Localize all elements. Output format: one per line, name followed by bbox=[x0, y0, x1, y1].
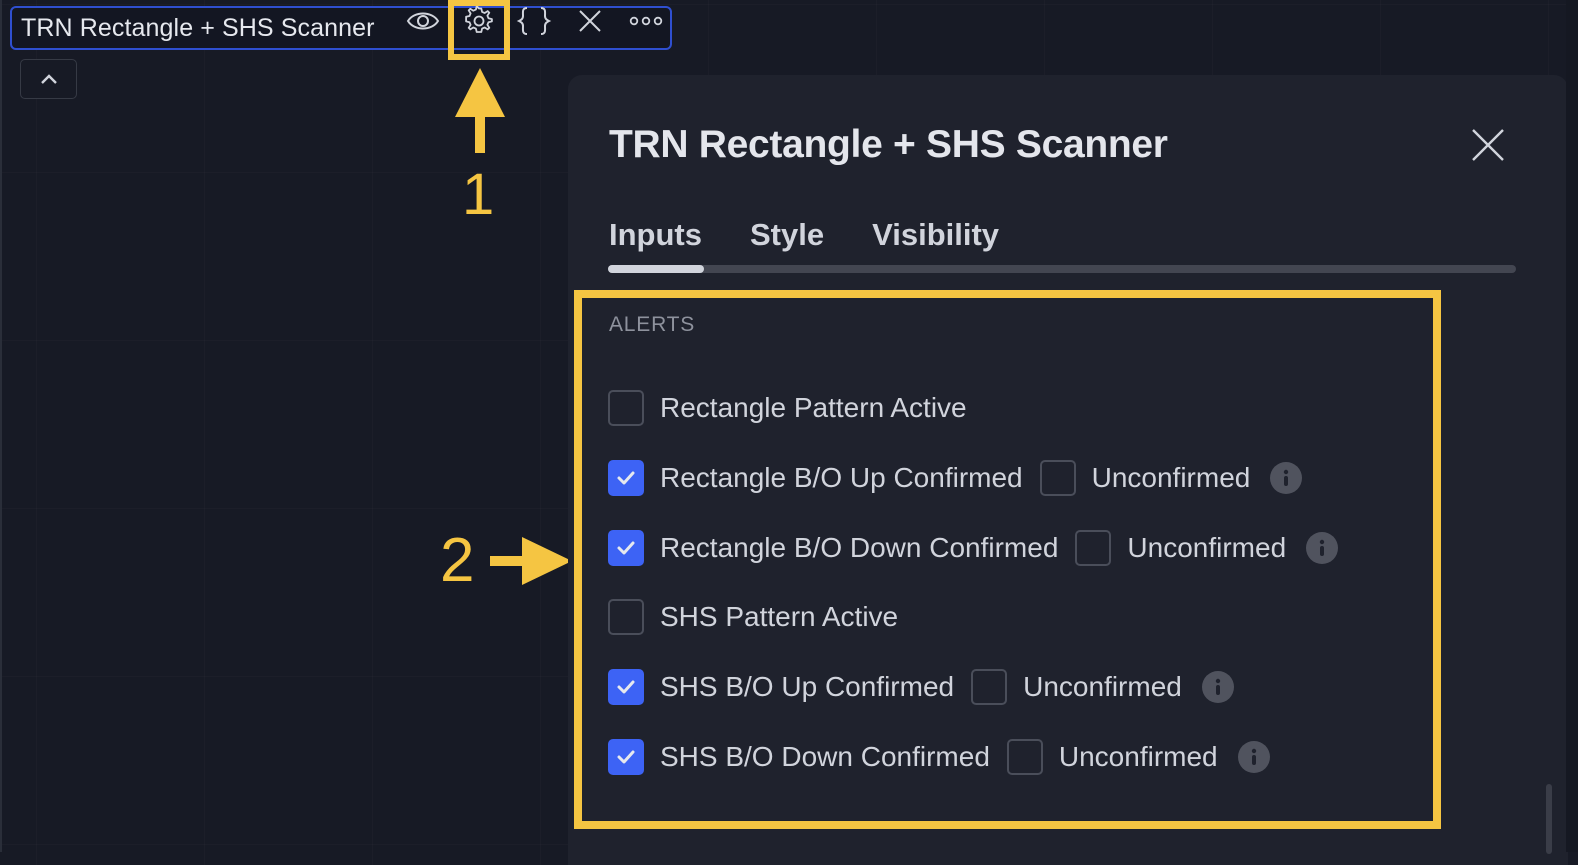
unconfirmed-label[interactable]: Unconfirmed bbox=[1127, 532, 1286, 564]
unconfirmed-checkbox[interactable] bbox=[1075, 530, 1112, 566]
alert-label[interactable]: SHS B/O Up Confirmed bbox=[660, 671, 954, 703]
unconfirmed-checkbox[interactable] bbox=[1039, 460, 1076, 496]
collapse-legend-button[interactable] bbox=[20, 59, 77, 99]
braces-icon[interactable] bbox=[516, 6, 552, 36]
tab-visibility[interactable]: Visibility bbox=[872, 217, 999, 253]
alert-row: Rectangle B/O Up Confirmed Unconfirmed bbox=[608, 460, 1303, 496]
alert-row: SHS B/O Up Confirmed Unconfirmed bbox=[608, 669, 1234, 705]
alert-checkbox[interactable] bbox=[608, 669, 644, 705]
eye-icon[interactable] bbox=[405, 6, 441, 36]
chevron-up-icon bbox=[40, 74, 57, 84]
dialog-title: TRN Rectangle + SHS Scanner bbox=[609, 123, 1168, 166]
alert-checkbox[interactable] bbox=[608, 530, 644, 566]
alert-label[interactable]: SHS Pattern Active bbox=[660, 601, 898, 633]
unconfirmed-label[interactable]: Unconfirmed bbox=[1092, 462, 1251, 494]
active-tab-indicator bbox=[608, 265, 704, 273]
dialog-scrollbar[interactable] bbox=[1546, 784, 1552, 854]
annotation-number-1: 1 bbox=[462, 162, 495, 227]
annotation-number-2: 2 bbox=[440, 526, 475, 595]
alert-label[interactable]: Rectangle B/O Down Confirmed bbox=[660, 532, 1058, 564]
alert-label[interactable]: Rectangle B/O Up Confirmed bbox=[660, 462, 1023, 494]
alert-checkbox[interactable] bbox=[608, 739, 644, 775]
close-icon[interactable] bbox=[572, 6, 608, 36]
alert-label[interactable]: SHS B/O Down Confirmed bbox=[660, 741, 990, 773]
info-icon[interactable] bbox=[1237, 741, 1270, 773]
chart-left-edge bbox=[0, 0, 2, 852]
alert-row: Rectangle B/O Down Confirmed Unconfirmed bbox=[608, 530, 1339, 566]
gear-highlight-box bbox=[448, 0, 510, 60]
info-icon[interactable] bbox=[1270, 462, 1303, 494]
section-label-alerts: ALERTS bbox=[609, 313, 696, 336]
alert-row: SHS Pattern Active bbox=[608, 599, 898, 635]
unconfirmed-checkbox[interactable] bbox=[1006, 739, 1043, 775]
alert-checkbox[interactable] bbox=[608, 599, 644, 635]
unconfirmed-label[interactable]: Unconfirmed bbox=[1059, 741, 1218, 773]
tab-style[interactable]: Style bbox=[750, 217, 824, 253]
tab-underline-track bbox=[608, 265, 1516, 273]
indicator-legend-title: TRN Rectangle + SHS Scanner bbox=[21, 13, 375, 42]
dialog-close-button[interactable] bbox=[1468, 125, 1508, 165]
annotation-arrow-right bbox=[490, 537, 572, 585]
right-edge bbox=[1566, 0, 1578, 852]
alert-row: Rectangle Pattern Active bbox=[608, 390, 967, 426]
alert-row: SHS B/O Down Confirmed Unconfirmed bbox=[608, 739, 1270, 775]
alert-label[interactable]: Rectangle Pattern Active bbox=[660, 392, 967, 424]
dialog-tabs: Inputs Style Visibility bbox=[609, 217, 1047, 253]
tab-inputs[interactable]: Inputs bbox=[609, 217, 702, 253]
info-icon[interactable] bbox=[1306, 532, 1339, 564]
annotation-arrow-up bbox=[455, 68, 505, 153]
close-icon bbox=[1472, 129, 1504, 161]
info-icon[interactable] bbox=[1201, 671, 1234, 703]
alert-checkbox[interactable] bbox=[608, 390, 644, 426]
unconfirmed-checkbox[interactable] bbox=[971, 669, 1008, 705]
alert-checkbox[interactable] bbox=[608, 460, 644, 496]
unconfirmed-label[interactable]: Unconfirmed bbox=[1023, 671, 1182, 703]
more-icon[interactable] bbox=[628, 6, 664, 36]
